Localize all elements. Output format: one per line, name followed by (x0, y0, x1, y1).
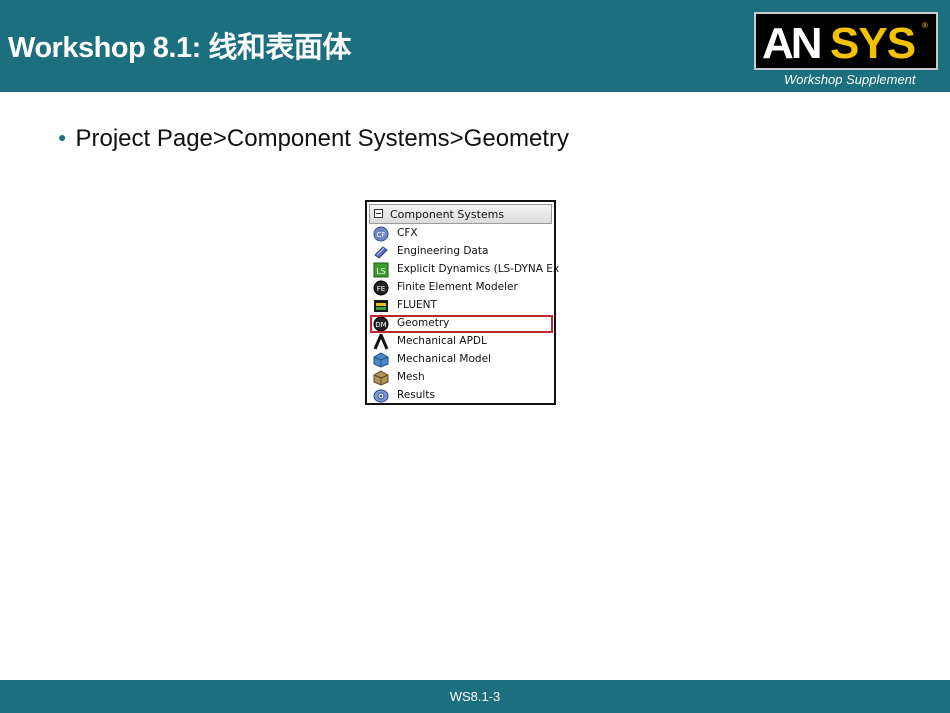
collapse-icon[interactable] (374, 209, 383, 218)
results-icon (373, 388, 389, 404)
workshop-supplement: Workshop Supplement (784, 72, 916, 87)
geometry-highlight-box (370, 315, 553, 333)
list-item-explicit-dynamics[interactable]: LS Explicit Dynamics (LS-DYNA Ex (371, 261, 559, 279)
item-label: Results (397, 389, 435, 401)
svg-text:FE: FE (377, 285, 385, 293)
item-label: FLUENT (397, 299, 437, 311)
svg-text:AN: AN (762, 19, 820, 68)
mesh-icon (373, 370, 389, 386)
item-label: CFX (397, 227, 418, 239)
ansys-logo: AN SYS ® (754, 12, 938, 70)
list-item-mechanical-model[interactable]: Mechanical Model (371, 351, 553, 369)
list-item-fluent[interactable]: FLUENT (371, 297, 553, 315)
explicit-dynamics-icon: LS (373, 262, 389, 278)
item-label: Finite Element Modeler (397, 281, 518, 293)
list-item-mesh[interactable]: Mesh (371, 369, 553, 387)
cfx-icon: CF (373, 226, 389, 242)
engineering-data-icon (373, 244, 389, 260)
svg-text:®: ® (922, 21, 928, 30)
panel-title: Component Systems (390, 208, 505, 221)
list-item-finite-element-modeler[interactable]: FE Finite Element Modeler (371, 279, 553, 297)
item-label: Engineering Data (397, 245, 489, 257)
bullet-text: Project Page>Component Systems>Geometry (75, 125, 570, 152)
slide-title: Workshop 8.1: 线和表面体 (8, 32, 351, 64)
item-label: Mechanical APDL (397, 335, 487, 347)
item-label: Mesh (397, 371, 425, 383)
bullet-item: ● Project Page>Component Systems>Geometry (58, 125, 569, 153)
header-band: Workshop 8.1: 线和表面体 AN SYS ® Workshop Su… (0, 0, 950, 92)
footer-band: WS8.1-3 (0, 680, 950, 713)
svg-text:SYS: SYS (830, 19, 915, 68)
mechanical-apdl-icon (373, 331, 389, 350)
svg-text:LS: LS (376, 267, 386, 276)
item-label: Explicit Dynamics (LS-DYNA Ex (397, 263, 560, 275)
page-number: WS8.1-3 (449, 689, 501, 704)
fe-modeler-icon: FE (373, 280, 389, 296)
fluent-icon (373, 298, 389, 314)
component-systems-panel: Component Systems CF CFX Engineering Dat… (365, 200, 559, 405)
list-item-results[interactable]: Results (371, 387, 553, 405)
item-label: Mechanical Model (397, 353, 491, 365)
component-systems-header[interactable]: Component Systems (369, 204, 552, 224)
list-item-engineering-data[interactable]: Engineering Data (371, 243, 553, 261)
svg-text:CF: CF (377, 231, 386, 239)
list-item-mechanical-apdl[interactable]: Mechanical APDL (371, 331, 553, 351)
mechanical-model-icon (373, 352, 389, 368)
bullet-icon: ● (58, 129, 67, 145)
list-item-cfx[interactable]: CF CFX (371, 225, 553, 243)
